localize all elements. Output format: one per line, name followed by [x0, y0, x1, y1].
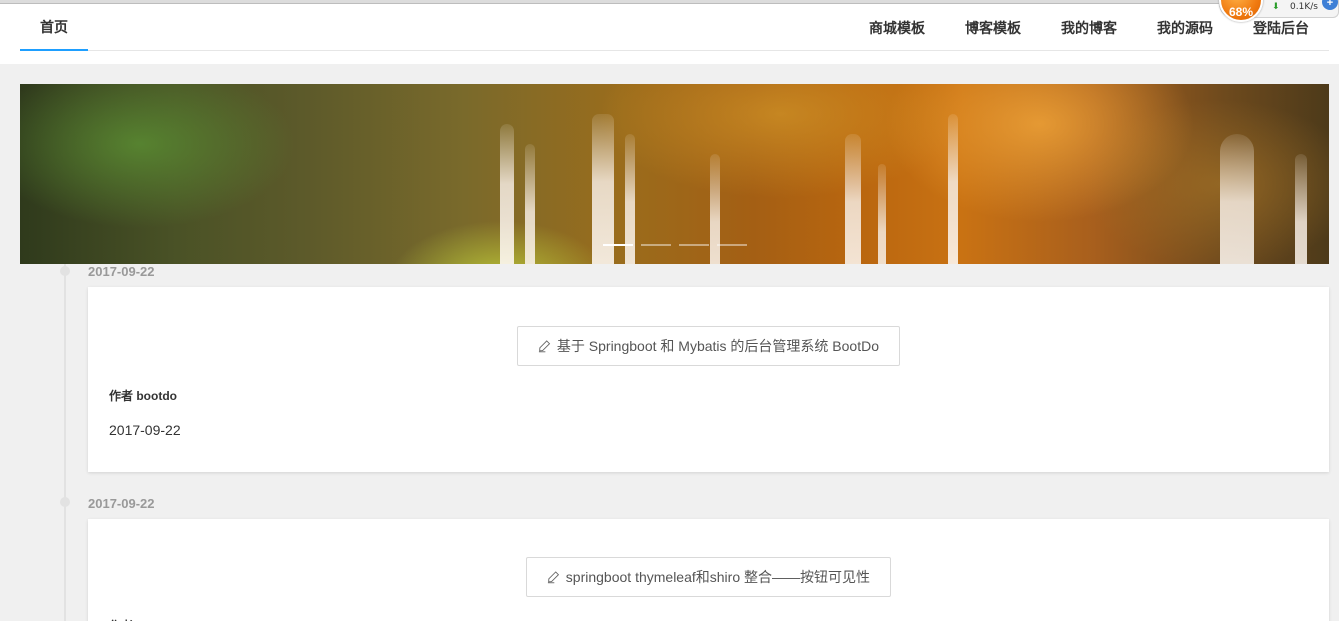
post-card: springboot thymeleaf和shiro 整合——按钮可见性 作者: [88, 519, 1329, 621]
banner-waterfall: [710, 154, 720, 264]
banner-waterfall: [948, 114, 958, 264]
banner-waterfall: [500, 124, 514, 264]
banner-image: [20, 84, 1329, 264]
nav-link-my-source[interactable]: 我的源码: [1157, 18, 1213, 38]
banner-waterfall: [525, 144, 535, 264]
carousel-indicator[interactable]: [717, 244, 747, 246]
nav-link-login-admin[interactable]: 登陆后台: [1253, 18, 1309, 38]
carousel-indicators: [603, 244, 755, 246]
pencil-icon: [547, 571, 560, 584]
banner-waterfall: [845, 134, 861, 264]
nav-link-blog-template[interactable]: 博客模板: [965, 18, 1021, 38]
nav-bar-inner: 首页 商城模板 博客模板 我的博客 我的源码 登陆后台: [20, 4, 1329, 51]
top-navbar: 首页 商城模板 博客模板 我的博客 我的源码 登陆后台: [0, 4, 1339, 64]
banner-carousel[interactable]: [20, 84, 1329, 264]
post-author: 作者: [109, 617, 133, 621]
timeline-dot: [60, 266, 70, 276]
carousel-indicator[interactable]: [603, 244, 633, 246]
post-title-button[interactable]: springboot thymeleaf和shiro 整合——按钮可见性: [526, 557, 891, 597]
carousel-indicator[interactable]: [641, 244, 671, 246]
timeline-date: 2017-09-22: [88, 496, 155, 511]
speed-rate-text: 0.1K/s: [1290, 2, 1318, 12]
banner-waterfall: [1295, 154, 1307, 264]
post-author: 作者 bootdo: [109, 389, 177, 403]
timeline-dot: [60, 497, 70, 507]
download-arrow-icon: ⬇: [1272, 1, 1280, 11]
banner-waterfall: [878, 164, 886, 264]
timeline-axis: [64, 264, 66, 621]
post-title: 基于 Springboot 和 Mybatis 的后台管理系统 BootDo: [556, 338, 879, 354]
banner-waterfall: [1220, 134, 1254, 264]
nav-link-mall-template[interactable]: 商城模板: [869, 18, 925, 38]
post-date: 2017-09-22: [109, 422, 181, 438]
banner-waterfall: [592, 114, 614, 264]
nav-home-tab[interactable]: 首页: [20, 4, 88, 51]
carousel-indicator[interactable]: [679, 244, 709, 246]
pencil-icon: [538, 340, 551, 353]
timeline-date: 2017-09-22: [88, 264, 155, 279]
post-title: springboot thymeleaf和shiro 整合——按钮可见性: [565, 569, 870, 585]
nav-link-my-blog[interactable]: 我的博客: [1061, 18, 1117, 38]
post-title-button[interactable]: 基于 Springboot 和 Mybatis 的后台管理系统 BootDo: [517, 326, 900, 366]
post-card: 基于 Springboot 和 Mybatis 的后台管理系统 BootDo 作…: [88, 287, 1329, 472]
